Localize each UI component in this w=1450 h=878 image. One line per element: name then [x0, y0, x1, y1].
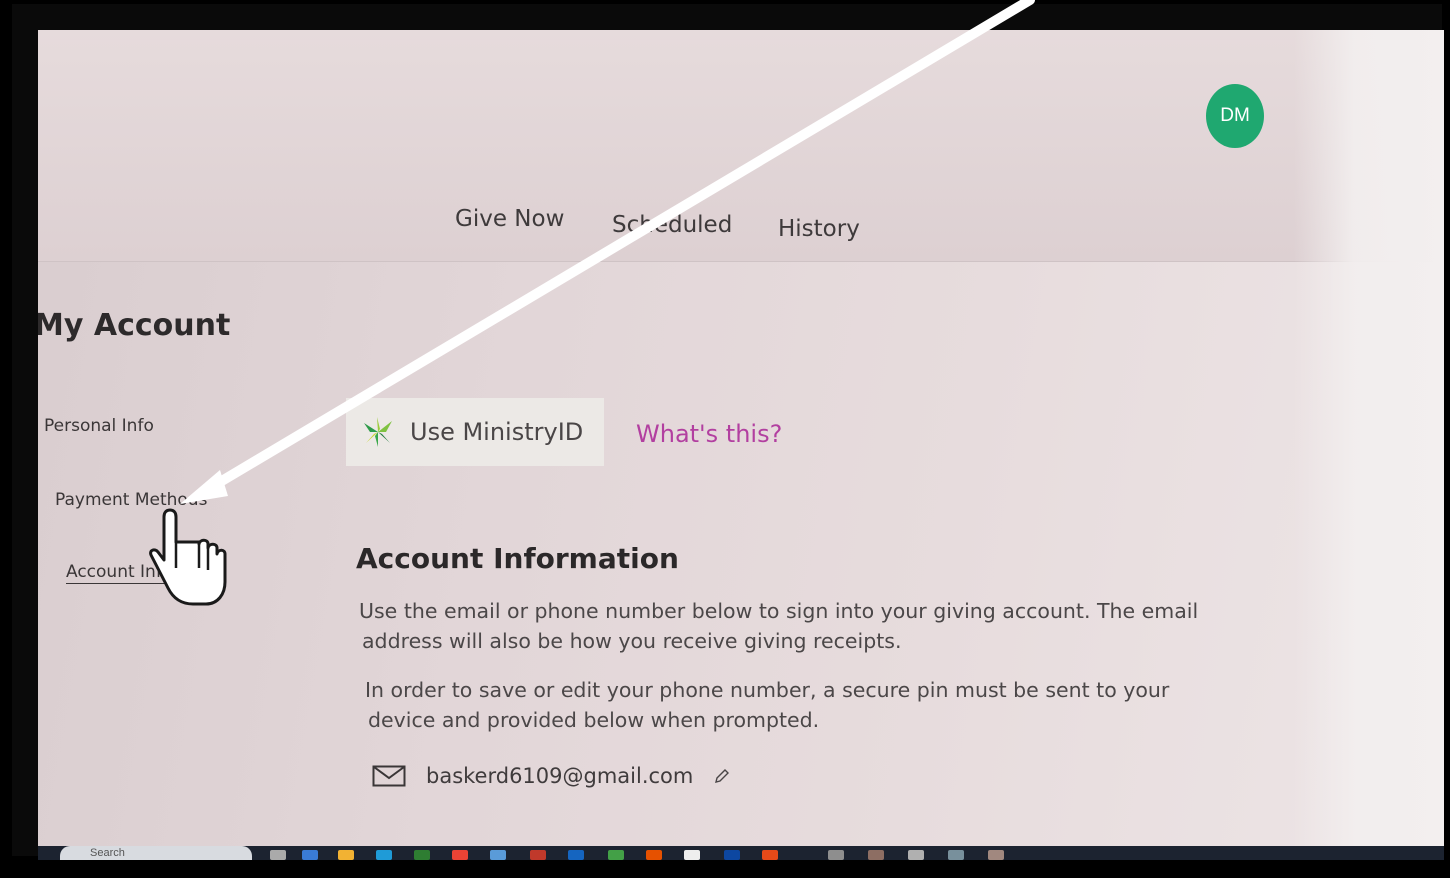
ministryid-label: Use MinistryID: [410, 418, 584, 446]
user-avatar[interactable]: DM: [1206, 84, 1264, 148]
taskbar-app-icon[interactable]: [490, 850, 506, 860]
tab-history[interactable]: History: [778, 216, 860, 242]
taskbar-app-icon[interactable]: [684, 850, 700, 860]
section-title: Account Information: [356, 542, 679, 575]
taskbar-search-label: Search: [90, 847, 125, 859]
use-ministryid-button[interactable]: Use MinistryID: [346, 398, 604, 466]
taskbar-app-icon[interactable]: [530, 850, 546, 860]
taskbar-app-icon[interactable]: [868, 850, 884, 860]
taskbar-app-icon[interactable]: [270, 850, 286, 860]
taskbar-app-icon[interactable]: [828, 850, 844, 860]
tab-scheduled[interactable]: Scheduled: [612, 212, 732, 238]
windows-taskbar: Search: [38, 846, 1444, 860]
taskbar-app-icon[interactable]: [568, 850, 584, 860]
taskbar-app-icon[interactable]: [948, 850, 964, 860]
phone-pin-notice-line1: In order to save or edit your phone numb…: [365, 678, 1170, 702]
taskbar-app-icon[interactable]: [988, 850, 1004, 860]
taskbar-app-icon[interactable]: [762, 850, 778, 860]
mail-icon: [372, 765, 406, 787]
whats-this-link[interactable]: What's this?: [636, 420, 782, 448]
taskbar-app-icon[interactable]: [608, 850, 624, 860]
sign-in-description-line1: Use the email or phone number below to s…: [359, 599, 1199, 623]
taskbar-app-icon[interactable]: [414, 850, 430, 860]
taskbar-app-icon[interactable]: [338, 850, 354, 860]
avatar-initials: DM: [1220, 105, 1250, 126]
page-title: My Account: [38, 308, 231, 343]
tab-give-now[interactable]: Give Now: [455, 206, 564, 232]
taskbar-app-icon[interactable]: [724, 850, 740, 860]
sidebar-item-account-info[interactable]: Account Info: [66, 562, 172, 582]
browser-viewport: DM Give Now Scheduled History My Account…: [38, 30, 1444, 846]
taskbar-search-box[interactable]: Search: [60, 846, 252, 860]
pencil-edit-icon[interactable]: [713, 767, 731, 785]
sidebar-item-personal-info[interactable]: Personal Info: [44, 416, 154, 436]
phone-pin-notice-line2: device and provided below when prompted.: [368, 708, 820, 732]
taskbar-app-icon[interactable]: [452, 850, 468, 860]
screen-glare: [1294, 30, 1444, 846]
sign-in-description-line2: address will also be how you receive giv…: [362, 629, 902, 653]
taskbar-app-icon[interactable]: [646, 850, 662, 860]
email-row: baskerd6109@gmail.com: [372, 764, 731, 788]
ministryid-logo-icon: [364, 417, 392, 447]
email-value: baskerd6109@gmail.com: [426, 764, 694, 788]
sidebar-item-payment-methods[interactable]: Payment Methods: [55, 490, 207, 510]
taskbar-app-icon[interactable]: [908, 850, 924, 860]
taskbar-app-icon[interactable]: [302, 850, 318, 860]
taskbar-app-icon[interactable]: [376, 850, 392, 860]
